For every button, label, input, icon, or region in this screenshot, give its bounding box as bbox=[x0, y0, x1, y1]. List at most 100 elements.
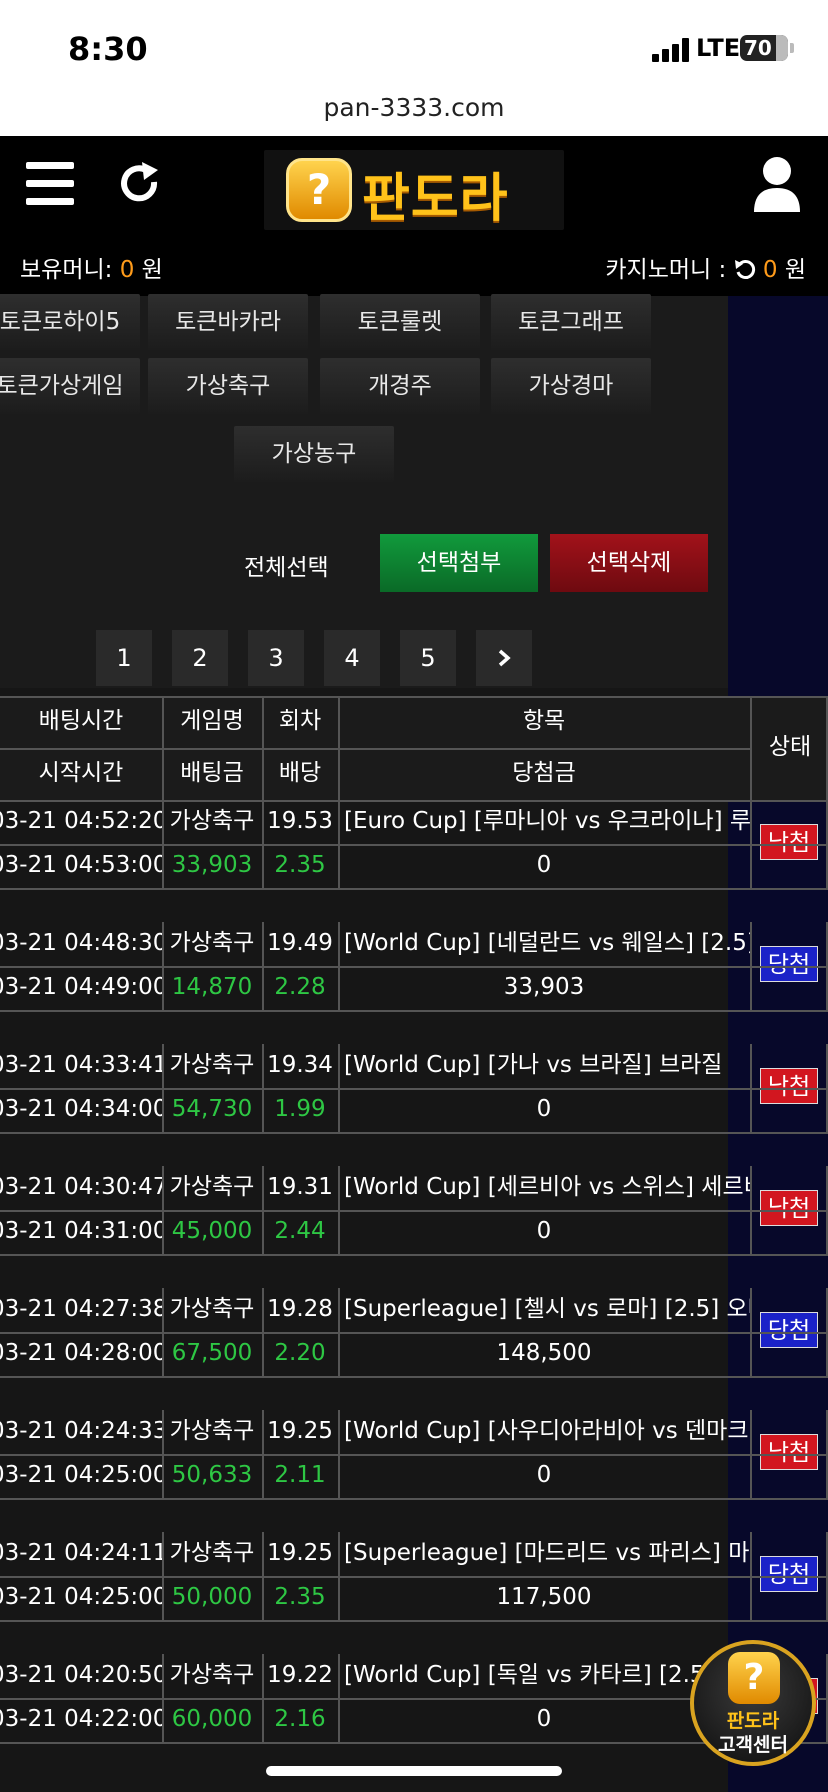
row-divider bbox=[0, 1332, 828, 1334]
row-divider bbox=[0, 1454, 828, 1456]
menu-icon[interactable] bbox=[26, 162, 74, 206]
bet-amount: 54,730 bbox=[171, 1096, 253, 1122]
column-divider bbox=[262, 922, 264, 1010]
odds: 2.35 bbox=[274, 1584, 326, 1610]
casino-balance-label: 카지노머니 : bbox=[605, 257, 727, 283]
bet-item: [World Cup] [독일 vs 카타르] [2.5] bbox=[344, 1662, 714, 1688]
attach-selected-button[interactable]: 선택첨부 bbox=[380, 534, 538, 592]
balance-display: 보유머니: 0 원 bbox=[20, 250, 163, 284]
page-5[interactable]: 5 bbox=[400, 630, 456, 686]
header-game: 게임명 bbox=[180, 708, 244, 734]
game-name: 가상축구 bbox=[169, 1540, 255, 1566]
customer-support-button[interactable]: ? 판도라 고객센터 bbox=[690, 1640, 816, 1766]
bet-amount: 50,633 bbox=[171, 1462, 253, 1488]
bet-item: [Superleague] [마드리드 vs 파리스] 마드 bbox=[344, 1540, 750, 1566]
start-time: 03-21 04:22:00 bbox=[0, 1706, 162, 1732]
column-divider bbox=[750, 1044, 752, 1132]
logo-badge: ? bbox=[286, 158, 352, 222]
header-divider bbox=[0, 800, 828, 802]
column-divider bbox=[338, 1532, 340, 1620]
row-divider bbox=[0, 1010, 828, 1012]
support-logo-icon: ? bbox=[728, 1652, 780, 1704]
logo-text: 판도라 bbox=[362, 169, 509, 229]
round: 19.34 bbox=[267, 1052, 333, 1078]
column-divider bbox=[262, 1288, 264, 1376]
column-divider bbox=[162, 922, 164, 1010]
round: 19.22 bbox=[267, 1662, 333, 1688]
column-divider bbox=[750, 922, 752, 1010]
header-column-divider bbox=[750, 696, 752, 800]
game-name: 가상축구 bbox=[169, 1418, 255, 1444]
column-divider bbox=[750, 1166, 752, 1254]
status-badge: 낙첨 bbox=[760, 1190, 818, 1226]
round: 19.25 bbox=[267, 1418, 333, 1444]
user-icon[interactable] bbox=[752, 156, 802, 212]
balance-label: 보유머니: bbox=[20, 257, 113, 283]
bet-amount: 50,000 bbox=[171, 1584, 253, 1610]
column-divider bbox=[338, 800, 340, 888]
select-all-button[interactable]: 전체선택 bbox=[244, 548, 329, 582]
menu-token-baccarat[interactable]: 토큰바카라 bbox=[148, 294, 308, 350]
battery-level: 70 bbox=[744, 36, 772, 60]
start-time: 03-21 04:31:00 bbox=[0, 1218, 162, 1244]
next-page-button[interactable] bbox=[476, 630, 532, 686]
menu-token-roulette[interactable]: 토큰룰렛 bbox=[320, 294, 480, 350]
header-payout: 당첨금 bbox=[512, 760, 576, 786]
column-divider bbox=[162, 1654, 164, 1742]
game-name: 가상축구 bbox=[169, 1296, 255, 1322]
status-time: 8:30 bbox=[68, 30, 148, 68]
header-column-divider bbox=[162, 696, 164, 800]
menu-token-hilo5[interactable]: 토큰로하이5 bbox=[0, 294, 140, 350]
menu-virtual-horse[interactable]: 가상경마 bbox=[491, 358, 651, 414]
game-name: 가상축구 bbox=[169, 930, 255, 956]
column-divider bbox=[162, 1532, 164, 1620]
round: 19.31 bbox=[267, 1174, 333, 1200]
network-type: LTE bbox=[696, 34, 741, 62]
casino-balance-value: 0 bbox=[762, 257, 778, 283]
page-4[interactable]: 4 bbox=[324, 630, 380, 686]
payout: 0 bbox=[536, 1462, 552, 1488]
menu-virtual-basketball[interactable]: 가상농구 bbox=[234, 426, 394, 482]
bet-amount: 67,500 bbox=[171, 1340, 253, 1366]
page-3[interactable]: 3 bbox=[248, 630, 304, 686]
column-divider bbox=[750, 1532, 752, 1620]
menu-dog-racing[interactable]: 개경주 bbox=[320, 358, 480, 414]
page-2[interactable]: 2 bbox=[172, 630, 228, 686]
home-indicator[interactable] bbox=[266, 1766, 562, 1776]
bet-item: [Euro Cup] [루마니아 vs 우크라이나] 루마 bbox=[344, 808, 750, 834]
column-divider bbox=[338, 1410, 340, 1498]
row-divider bbox=[0, 1620, 828, 1622]
delete-selected-button[interactable]: 선택삭제 bbox=[550, 534, 708, 592]
row-divider bbox=[0, 888, 828, 890]
start-time: 03-21 04:49:00 bbox=[0, 974, 162, 1000]
start-time: 03-21 04:28:00 bbox=[0, 1340, 162, 1366]
bet-amount: 33,903 bbox=[171, 852, 253, 878]
header-amount: 배팅금 bbox=[180, 760, 244, 786]
menu-virtual-soccer[interactable]: 가상축구 bbox=[148, 358, 308, 414]
menu-token-virtual[interactable]: 토큰가상게임 bbox=[0, 358, 140, 414]
start-time: 03-21 04:34:00 bbox=[0, 1096, 162, 1122]
row-divider bbox=[0, 1254, 828, 1256]
payout: 33,903 bbox=[503, 974, 585, 1000]
refresh-icon[interactable] bbox=[116, 160, 164, 208]
bet-time: 03-21 04:52:20 bbox=[0, 808, 162, 834]
bet-item: [World Cup] [사우디아라비아 vs 덴마크] bbox=[344, 1418, 750, 1444]
column-divider bbox=[338, 1288, 340, 1376]
balance-value: 0 bbox=[119, 257, 135, 283]
column-divider bbox=[262, 1532, 264, 1620]
casino-refresh-icon[interactable] bbox=[734, 258, 756, 280]
page-1[interactable]: 1 bbox=[96, 630, 152, 686]
column-divider bbox=[338, 1166, 340, 1254]
column-divider bbox=[750, 800, 752, 888]
menu-token-graph[interactable]: 토큰그래프 bbox=[491, 294, 651, 350]
odds: 2.44 bbox=[274, 1218, 326, 1244]
round: 19.25 bbox=[267, 1540, 333, 1566]
bet-item: [World Cup] [가나 vs 브라질] 브라질 bbox=[344, 1052, 723, 1078]
round: 19.53 bbox=[267, 808, 333, 834]
payout: 0 bbox=[536, 1096, 552, 1122]
payout: 117,500 bbox=[496, 1584, 592, 1610]
url-bar[interactable]: pan-3333.com bbox=[0, 88, 828, 136]
site-logo[interactable]: ? 판도라 bbox=[264, 150, 564, 230]
bet-item: [Superleague] [첼시 vs 로마] [2.5] 오버 bbox=[344, 1296, 750, 1322]
header-column-divider bbox=[262, 696, 264, 800]
